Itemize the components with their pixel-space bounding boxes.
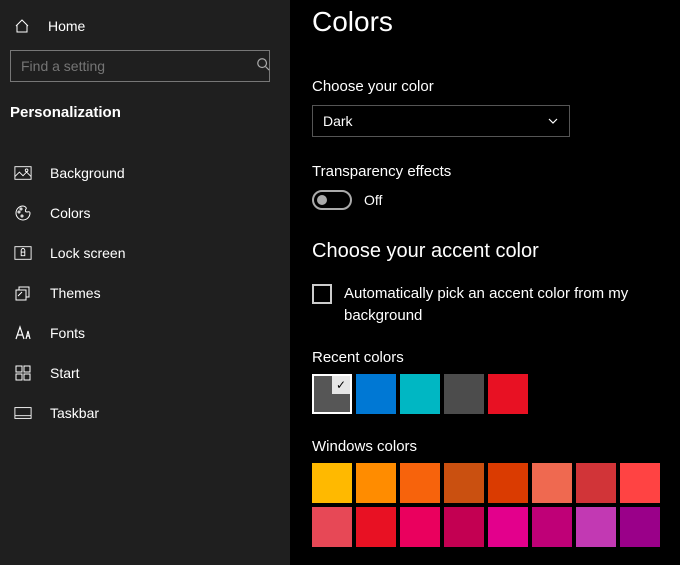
auto-accent-label: Automatically pick an accent color from … xyxy=(344,283,680,327)
windows-color-swatch[interactable] xyxy=(400,463,440,503)
windows-color-swatch[interactable] xyxy=(312,463,352,503)
choose-color-value: Dark xyxy=(323,113,353,129)
sidebar-item-start[interactable]: Start xyxy=(0,353,290,393)
sidebar-item-label: Themes xyxy=(50,285,101,301)
auto-accent-checkbox[interactable] xyxy=(312,284,332,304)
sidebar-item-colors[interactable]: Colors xyxy=(0,193,290,233)
recent-color-swatch[interactable] xyxy=(488,374,528,414)
recent-color-swatch[interactable] xyxy=(444,374,484,414)
home-icon xyxy=(14,18,30,34)
windows-color-swatch[interactable] xyxy=(488,463,528,503)
page-title: Colors xyxy=(312,0,680,38)
windows-color-swatch[interactable] xyxy=(444,507,484,547)
themes-icon xyxy=(14,284,32,302)
choose-color-label: Choose your color xyxy=(312,78,680,95)
taskbar-icon xyxy=(14,404,32,422)
toggle-knob xyxy=(317,195,327,205)
sidebar-item-fonts[interactable]: Fonts xyxy=(0,313,290,353)
chevron-down-icon xyxy=(547,115,559,127)
windows-color-swatch[interactable] xyxy=(532,463,572,503)
windows-color-swatch[interactable] xyxy=(312,507,352,547)
lock-screen-icon xyxy=(14,244,32,262)
home-label: Home xyxy=(48,18,85,34)
windows-color-swatch[interactable] xyxy=(576,463,616,503)
recent-color-swatch[interactable] xyxy=(356,374,396,414)
picture-icon xyxy=(14,164,32,182)
windows-color-swatch[interactable] xyxy=(356,507,396,547)
sidebar-item-label: Taskbar xyxy=(50,405,99,421)
sidebar-item-label: Lock screen xyxy=(50,245,125,261)
nav-list: Background Colors Lock screen Themes Fon… xyxy=(0,153,290,433)
windows-colors-label: Windows colors xyxy=(312,438,680,455)
sidebar-item-lock-screen[interactable]: Lock screen xyxy=(0,233,290,273)
sidebar-item-label: Fonts xyxy=(50,325,85,341)
fonts-icon xyxy=(14,324,32,342)
transparency-label: Transparency effects xyxy=(312,163,680,180)
windows-color-swatch[interactable] xyxy=(620,507,660,547)
sidebar-item-label: Colors xyxy=(50,205,90,221)
home-button[interactable]: Home xyxy=(0,10,290,42)
check-icon: ✓ xyxy=(332,376,350,394)
sidebar-item-themes[interactable]: Themes xyxy=(0,273,290,313)
search-input[interactable] xyxy=(10,50,270,82)
recent-color-swatch[interactable] xyxy=(400,374,440,414)
transparency-value: Off xyxy=(364,192,382,208)
sidebar: Home Personalization Background Colors L… xyxy=(0,0,290,565)
accent-heading: Choose your accent color xyxy=(312,240,680,263)
sidebar-item-label: Start xyxy=(50,365,80,381)
sidebar-item-background[interactable]: Background xyxy=(0,153,290,193)
windows-color-swatch[interactable] xyxy=(400,507,440,547)
recent-color-swatch[interactable]: ✓ xyxy=(312,374,352,414)
start-icon xyxy=(14,364,32,382)
search-icon xyxy=(256,57,270,71)
sidebar-item-taskbar[interactable]: Taskbar xyxy=(0,393,290,433)
windows-color-swatch[interactable] xyxy=(488,507,528,547)
windows-color-swatch[interactable] xyxy=(444,463,484,503)
windows-color-swatch[interactable] xyxy=(356,463,396,503)
section-title: Personalization xyxy=(0,92,290,135)
windows-color-swatch[interactable] xyxy=(532,507,572,547)
main-content: Colors Choose your color Dark Transparen… xyxy=(290,0,680,565)
windows-colors-grid xyxy=(312,463,680,547)
recent-colors-label: Recent colors xyxy=(312,349,680,366)
choose-color-select[interactable]: Dark xyxy=(312,105,570,137)
recent-colors-row: ✓ xyxy=(312,374,680,414)
sidebar-item-label: Background xyxy=(50,165,125,181)
windows-color-swatch[interactable] xyxy=(620,463,660,503)
palette-icon xyxy=(14,204,32,222)
search-container xyxy=(0,42,290,92)
transparency-toggle[interactable] xyxy=(312,190,352,210)
windows-color-swatch[interactable] xyxy=(576,507,616,547)
